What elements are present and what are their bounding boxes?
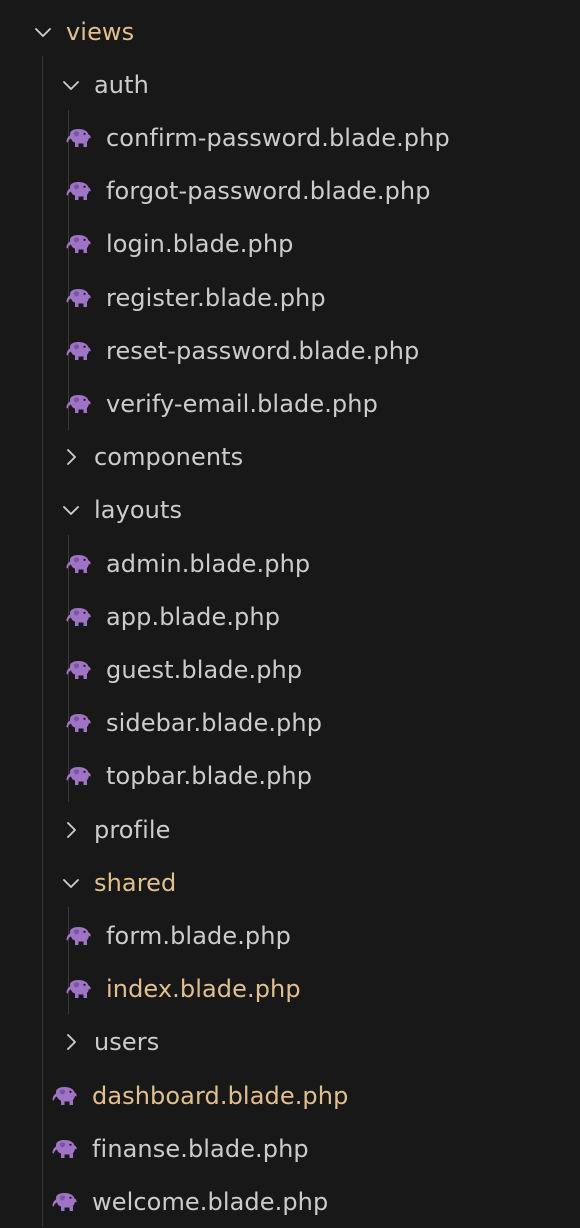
file-name: guest.blade.php	[106, 655, 303, 684]
tree-folder-components[interactable]: components	[0, 431, 580, 484]
folder-name: users	[94, 1028, 160, 1057]
file-name: app.blade.php	[106, 602, 281, 631]
tree-file-forgot-password[interactable]: forgot-password.blade.php	[0, 165, 580, 218]
file-name: sidebar.blade.php	[106, 709, 323, 738]
tree-file-welcome[interactable]: welcome.blade.php	[0, 1175, 580, 1228]
file-name: welcome.blade.php	[92, 1187, 329, 1216]
chevron-right-icon[interactable]	[58, 1029, 84, 1055]
folder-name: profile	[94, 815, 171, 844]
tree-folder-auth[interactable]: auth	[0, 58, 580, 111]
chevron-right-icon[interactable]	[58, 817, 84, 843]
tree-file-dashboard[interactable]: dashboard.blade.php	[0, 1069, 580, 1122]
file-name: login.blade.php	[106, 230, 294, 259]
chevron-down-icon[interactable]	[58, 497, 84, 523]
file-name: finanse.blade.php	[92, 1134, 309, 1163]
file-name: reset-password.blade.php	[106, 336, 420, 365]
php-elephant-icon	[66, 341, 92, 361]
php-elephant-icon	[66, 713, 92, 733]
tree-file-login[interactable]: login.blade.php	[0, 218, 580, 271]
chevron-down-icon[interactable]	[58, 870, 84, 896]
tree-file-app[interactable]: app.blade.php	[0, 590, 580, 643]
folder-name: shared	[94, 868, 177, 897]
tree-file-topbar[interactable]: topbar.blade.php	[0, 750, 580, 803]
php-elephant-icon	[52, 1192, 78, 1212]
php-elephant-icon	[66, 979, 92, 999]
tree-file-sidebar[interactable]: sidebar.blade.php	[0, 697, 580, 750]
php-elephant-icon	[52, 1139, 78, 1159]
php-elephant-icon	[66, 128, 92, 148]
file-name: dashboard.blade.php	[92, 1081, 349, 1110]
chevron-right-icon[interactable]	[58, 444, 84, 470]
file-name: form.blade.php	[106, 921, 291, 950]
chevron-down-icon[interactable]	[30, 19, 56, 45]
tree-folder-users[interactable]: users	[0, 1016, 580, 1069]
tree-file-register[interactable]: register.blade.php	[0, 271, 580, 324]
tree-folder-views[interactable]: views	[0, 5, 580, 58]
chevron-down-icon[interactable]	[58, 72, 84, 98]
tree-folder-layouts[interactable]: layouts	[0, 484, 580, 537]
folder-name: auth	[94, 70, 149, 99]
php-elephant-icon	[66, 766, 92, 786]
tree-folder-profile[interactable]: profile	[0, 803, 580, 856]
tree-folder-shared[interactable]: shared	[0, 856, 580, 909]
php-elephant-icon	[66, 288, 92, 308]
tree-file-finanse[interactable]: finanse.blade.php	[0, 1122, 580, 1175]
folder-name: components	[94, 443, 244, 472]
tree-file-index[interactable]: index.blade.php	[0, 963, 580, 1016]
folder-name: layouts	[94, 496, 183, 525]
file-name: register.blade.php	[106, 283, 326, 312]
folder-name: views	[66, 17, 135, 46]
tree-file-admin[interactable]: admin.blade.php	[0, 537, 580, 590]
php-elephant-icon	[66, 554, 92, 574]
tree-file-reset-password[interactable]: reset-password.blade.php	[0, 324, 580, 377]
file-name: confirm-password.blade.php	[106, 123, 450, 152]
tree-file-guest[interactable]: guest.blade.php	[0, 643, 580, 696]
tree-file-verify-email[interactable]: verify-email.blade.php	[0, 377, 580, 430]
tree-file-confirm-password[interactable]: confirm-password.blade.php	[0, 111, 580, 164]
php-elephant-icon	[66, 394, 92, 414]
php-elephant-icon	[66, 926, 92, 946]
file-name: forgot-password.blade.php	[106, 177, 431, 206]
tree-file-form[interactable]: form.blade.php	[0, 909, 580, 962]
php-elephant-icon	[52, 1086, 78, 1106]
file-name: admin.blade.php	[106, 549, 311, 578]
php-elephant-icon	[66, 181, 92, 201]
file-name: topbar.blade.php	[106, 762, 313, 791]
file-name: verify-email.blade.php	[106, 389, 378, 418]
php-elephant-icon	[66, 234, 92, 254]
file-explorer-tree: views auth confirm-password.blade.php forgo…	[0, 0, 580, 1227]
file-name: index.blade.php	[106, 975, 301, 1004]
php-elephant-icon	[66, 660, 92, 680]
php-elephant-icon	[66, 607, 92, 627]
